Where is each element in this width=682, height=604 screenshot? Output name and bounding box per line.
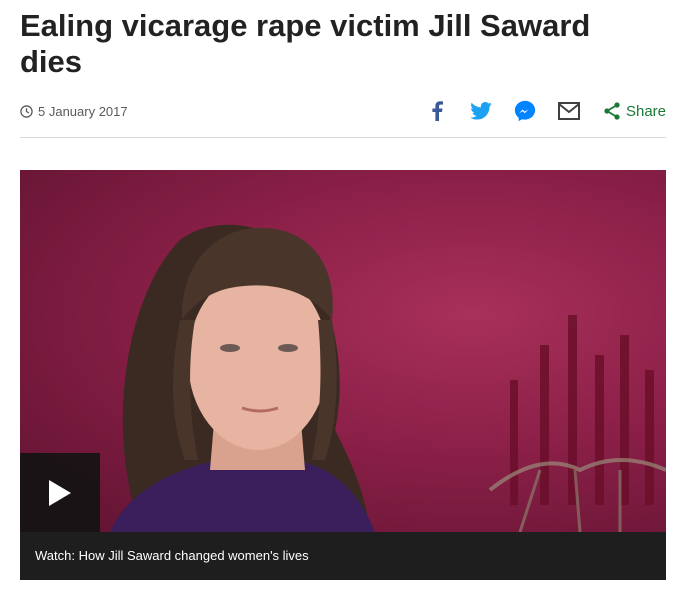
- article-meta: 5 January 2017 Share: [20, 96, 666, 126]
- publish-date-text: 5 January 2017: [38, 103, 128, 119]
- share-button[interactable]: Share: [604, 102, 666, 120]
- twitter-share-button[interactable]: [468, 98, 494, 124]
- article-headline: Ealing vicarage rape victim Jill Saward …: [20, 8, 591, 79]
- facebook-icon: [432, 101, 443, 121]
- share-icon: [604, 102, 620, 120]
- header-divider: [20, 137, 666, 138]
- play-icon: [49, 479, 71, 506]
- twitter-icon: [470, 102, 492, 120]
- video-player[interactable]: Watch: How Jill Saward changed women's l…: [20, 170, 666, 580]
- share-bar: Share: [406, 98, 666, 124]
- messenger-share-button[interactable]: [512, 98, 538, 124]
- email-icon: [557, 102, 580, 120]
- play-button[interactable]: [20, 453, 100, 532]
- thumbnail-illustration: [110, 224, 666, 532]
- email-share-button[interactable]: [556, 98, 582, 124]
- clock-icon: [20, 104, 33, 118]
- facebook-share-button[interactable]: [424, 98, 450, 124]
- video-caption: Watch: How Jill Saward changed women's l…: [20, 532, 666, 580]
- share-label: Share: [625, 102, 666, 120]
- publish-date: 5 January 2017: [20, 104, 128, 119]
- video-thumbnail: [20, 170, 666, 532]
- messenger-icon: [514, 100, 536, 122]
